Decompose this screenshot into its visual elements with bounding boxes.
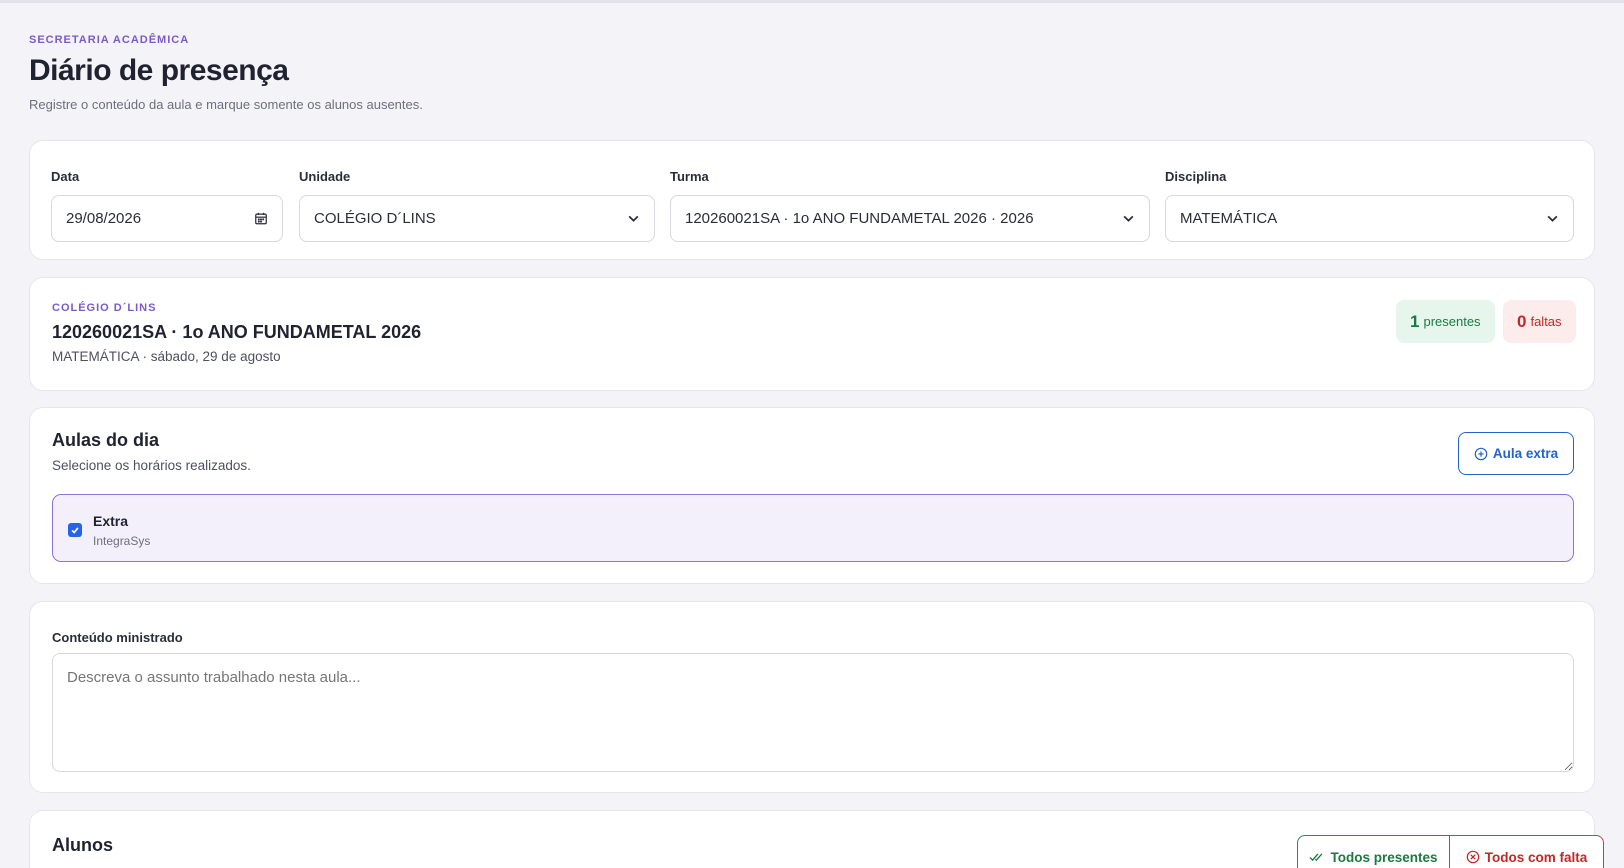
class-title: 120260021SA · 1o ANO FUNDAMETAL 2026 [52,322,422,342]
chevron-down-icon [626,212,640,226]
mark-all-absent-label: Todos com falta [1484,849,1588,865]
double-check-icon [1309,851,1325,863]
page-title: Diário de presença [29,54,289,87]
lesson-item[interactable]: Extra IntegraSys [52,494,1574,562]
filters-card: Data 29/08/2026 Unidade COLÉGIO D´LINS T… [29,140,1595,260]
chevron-down-icon [1545,212,1559,226]
calendar-icon[interactable] [254,212,268,226]
unit-label: Unidade [299,169,351,184]
chevron-down-icon [1121,212,1135,226]
subject-label: Disciplina [1165,169,1227,184]
date-label: Data [51,169,80,184]
date-value: 29/08/2026 [66,210,142,227]
lesson-name: Extra [93,513,129,529]
subject-value: MATEMÁTICA [1180,210,1278,227]
date-field: Data 29/08/2026 [51,169,283,242]
x-circle-icon [1466,850,1480,864]
subject-field: Disciplina MATEMÁTICA [1165,169,1574,242]
class-field: Turma 120260021SA · 1o ANO FUNDAMETAL 20… [670,169,1150,242]
page-subtitle: Registre o conteúdo da aula e marque som… [29,97,423,112]
class-value: 120260021SA · 1o ANO FUNDAMETAL 2026 · 2… [685,210,1034,227]
add-extra-lesson-button[interactable]: Aula extra [1458,432,1574,475]
present-count-badge: 1 presentes [1396,300,1495,343]
content-card: Conteúdo ministrado [29,601,1595,793]
lesson-checkbox[interactable] [68,523,82,537]
mark-all-present-label: Todos presentes [1330,849,1438,865]
present-label: presentes [1423,314,1481,329]
content-label: Conteúdo ministrado [52,630,183,645]
plus-circle-icon [1474,447,1488,461]
school-name: COLÉGIO D´LINS [52,302,157,314]
class-select[interactable]: 120260021SA · 1o ANO FUNDAMETAL 2026 · 2… [670,195,1150,242]
attendance-bulk-actions: Todos presentes Todos com falta [1297,835,1604,868]
mark-all-absent-button[interactable]: Todos com falta [1450,835,1604,868]
present-count: 1 [1410,311,1420,331]
mark-all-present-button[interactable]: Todos presentes [1297,835,1450,868]
absent-count: 0 [1517,311,1527,331]
content-textarea[interactable] [52,653,1574,772]
unit-field: Unidade COLÉGIO D´LINS [299,169,655,242]
students-card: Alunos Todos presentes Todos com falta [29,810,1604,868]
page-eyebrow: SECRETARIA ACADÊMICA [29,34,190,46]
unit-value: COLÉGIO D´LINS [314,210,436,227]
add-extra-lesson-label: Aula extra [1492,446,1559,461]
unit-select[interactable]: COLÉGIO D´LINS [299,195,655,242]
class-label: Turma [670,169,709,184]
subject-select[interactable]: MATEMÁTICA [1165,195,1574,242]
students-title: Alunos [52,835,113,855]
class-detail: MATEMÁTICA · sábado, 29 de agosto [52,349,281,364]
lessons-title: Aulas do dia [52,430,160,450]
lessons-subtitle: Selecione os horários realizados. [52,458,251,473]
absent-count-badge: 0 faltas [1503,300,1576,343]
lesson-source: IntegraSys [93,534,151,548]
date-input[interactable]: 29/08/2026 [51,195,283,242]
top-border [0,0,1624,3]
lessons-card: Aulas do dia Selecione os horários reali… [29,407,1595,584]
absent-label: faltas [1530,314,1562,329]
class-summary-card: COLÉGIO D´LINS 120260021SA · 1o ANO FUND… [29,277,1595,391]
